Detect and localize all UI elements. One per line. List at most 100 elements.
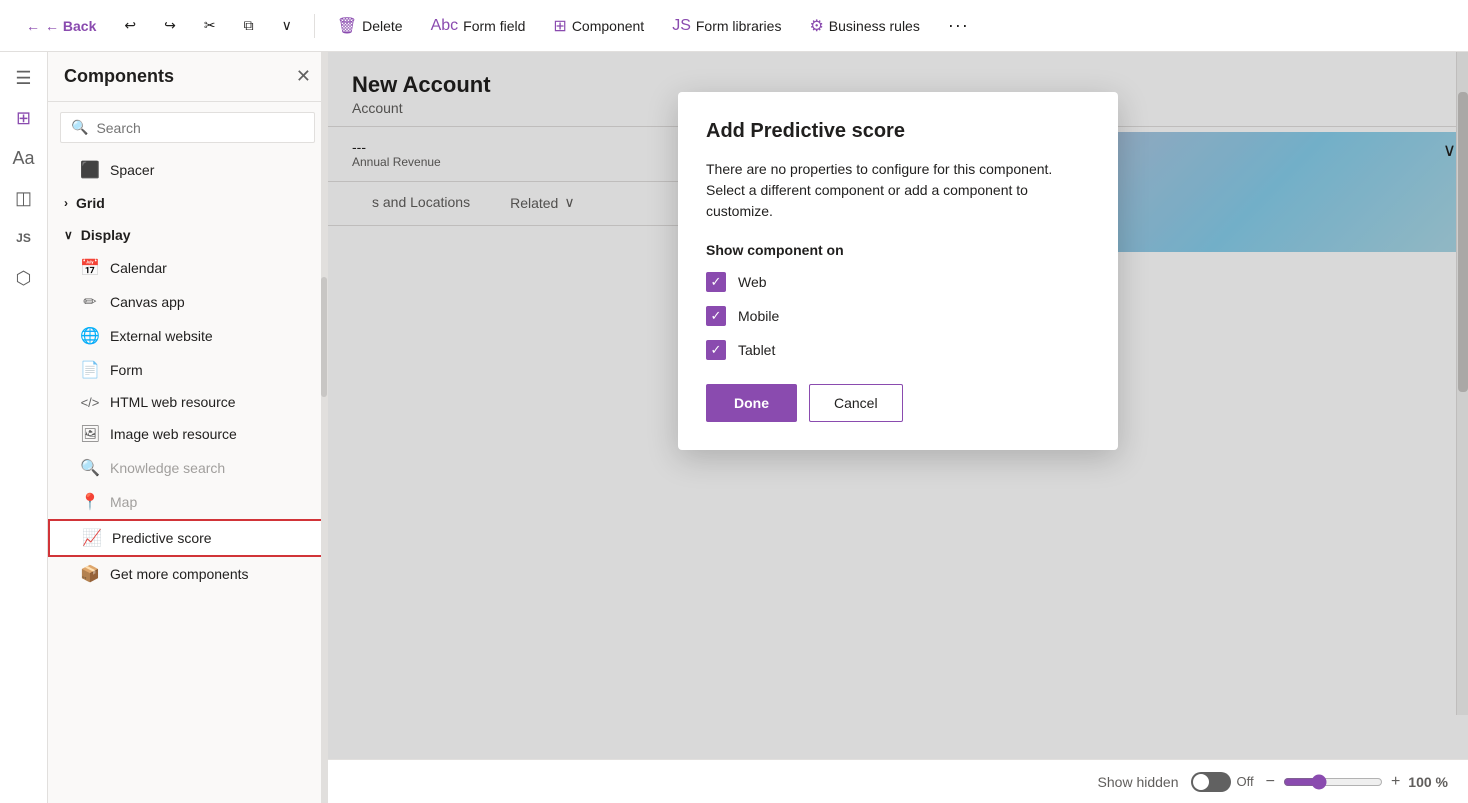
sidebar-item-calendar[interactable]: 📅 Calendar xyxy=(48,251,327,285)
separator xyxy=(314,14,315,38)
htmlwebresource-label: HTML web resource xyxy=(110,394,236,410)
checkmark-icon: ✓ xyxy=(711,274,722,290)
sidebar-item-knowledgesearch[interactable]: 🔍 Knowledge search xyxy=(48,451,327,485)
rail-js-icon[interactable]: JS xyxy=(6,220,42,256)
more-button[interactable]: ··· xyxy=(938,10,979,41)
display-label: Display xyxy=(81,227,131,243)
redo-button[interactable]: ↪ xyxy=(154,12,186,39)
rail-layers-icon[interactable]: ◫ xyxy=(6,180,42,216)
rail-grid-icon[interactable]: ⊞ xyxy=(6,100,42,136)
back-button[interactable]: ← ← Back xyxy=(16,13,106,39)
toolbar: ← ← Back ↩ ↪ ✂ ⧉ ∨ 🗑 Delete Abc Form fie… xyxy=(0,0,1468,52)
sidebar-scroll-thumb xyxy=(321,277,327,397)
sidebar-item-externalwebsite[interactable]: 🌐 External website xyxy=(48,319,327,353)
done-button[interactable]: Done xyxy=(706,384,797,422)
modal: Add Predictive score There are no proper… xyxy=(678,92,1118,450)
formlibraries-label: Form libraries xyxy=(696,18,782,34)
checkmark-icon: ✓ xyxy=(711,342,722,358)
image-icon: 🖼 xyxy=(80,424,100,444)
rail-text-icon[interactable]: Aa xyxy=(6,140,42,176)
sidebar-group-display[interactable]: ∨ Display xyxy=(48,219,327,251)
delete-icon: 🗑 xyxy=(337,16,357,36)
sidebar-content: ⬛ Spacer › Grid ∨ Display 📅 Calendar ✏ C… xyxy=(48,153,327,803)
zoom-slider[interactable] xyxy=(1283,774,1383,790)
sidebar-item-form[interactable]: 📄 Form xyxy=(48,353,327,387)
sidebar-header: Components ✕ xyxy=(48,52,327,102)
search-container: 🔍 xyxy=(60,112,315,143)
checkbox-tablet[interactable]: ✓ xyxy=(706,340,726,360)
form-label: Form xyxy=(110,362,143,378)
cut-icon: ✂ xyxy=(204,17,216,34)
content-area: New Account Account --- Annual Revenue -… xyxy=(328,52,1468,803)
modal-section-title: Show component on xyxy=(706,242,1090,258)
toggle-label: Off xyxy=(1237,774,1254,789)
dropdown-button[interactable]: ∨ xyxy=(272,12,302,39)
delete-label: Delete xyxy=(362,18,402,34)
canvasapp-icon: ✏ xyxy=(80,292,100,312)
toggle-track[interactable] xyxy=(1191,772,1231,792)
sidebar-item-imagewebresource[interactable]: 🖼 Image web resource xyxy=(48,417,327,451)
cancel-button[interactable]: Cancel xyxy=(809,384,903,422)
predictivescore-label: Predictive score xyxy=(112,530,212,546)
chevron-down-icon: ∨ xyxy=(282,17,292,34)
formfield-label: Form field xyxy=(463,18,525,34)
rail-node-icon[interactable]: ⬡ xyxy=(6,260,42,296)
formlibraries-button[interactable]: JS Form libraries xyxy=(662,12,791,40)
toggle-switch[interactable]: Off xyxy=(1191,772,1254,792)
sidebar-item-label: Spacer xyxy=(110,162,154,178)
undo-icon: ↩ xyxy=(124,17,136,34)
undo-button[interactable]: ↩ xyxy=(114,12,146,39)
sidebar-item-map[interactable]: 📍 Map xyxy=(48,485,327,519)
delete-button[interactable]: 🗑 Delete xyxy=(327,11,413,41)
checkmark-icon: ✓ xyxy=(711,308,722,324)
more-label: ··· xyxy=(948,15,969,36)
bottom-bar: Show hidden Off − + 100 % xyxy=(328,759,1468,803)
back-label: ← Back xyxy=(45,18,96,34)
modal-overlay: Add Predictive score There are no proper… xyxy=(328,52,1468,759)
grid-label: Grid xyxy=(76,195,105,211)
calendar-label: Calendar xyxy=(110,260,167,276)
businessrules-button[interactable]: ⚙ Business rules xyxy=(799,11,929,41)
canvasapp-label: Canvas app xyxy=(110,294,185,310)
component-icon: ⊞ xyxy=(553,16,566,36)
externalwebsite-label: External website xyxy=(110,328,213,344)
paste-button[interactable]: ⧉ xyxy=(234,12,264,39)
checkbox-mobile-label: Mobile xyxy=(738,308,779,324)
sidebar-item-getmore[interactable]: 📦 Get more components xyxy=(48,557,327,591)
spacer-icon: ⬛ xyxy=(80,160,100,180)
formfield-button[interactable]: Abc Form field xyxy=(421,12,536,40)
zoom-in-button[interactable]: + xyxy=(1391,773,1400,791)
back-icon: ← xyxy=(26,18,40,34)
modal-buttons: Done Cancel xyxy=(706,384,1090,422)
sidebar-group-grid[interactable]: › Grid xyxy=(48,187,327,219)
chevron-right-icon: › xyxy=(64,196,68,210)
globe-icon: 🌐 xyxy=(80,326,100,346)
checkbox-web[interactable]: ✓ xyxy=(706,272,726,292)
left-rail: ☰ ⊞ Aa ◫ JS ⬡ xyxy=(0,52,48,803)
redo-icon: ↪ xyxy=(164,17,176,34)
rail-menu-icon[interactable]: ☰ xyxy=(6,60,42,96)
knowledgesearch-label: Knowledge search xyxy=(110,460,225,476)
search-icon: 🔍 xyxy=(71,119,88,136)
checkbox-mobile[interactable]: ✓ xyxy=(706,306,726,326)
sidebar-item-htmlwebresource[interactable]: </> HTML web resource xyxy=(48,387,327,417)
paste-icon: ⧉ xyxy=(244,17,254,34)
zoom-controls: − + 100 % xyxy=(1266,773,1448,791)
checkbox-web-label: Web xyxy=(738,274,767,290)
calendar-icon: 📅 xyxy=(80,258,100,278)
cut-button[interactable]: ✂ xyxy=(194,12,226,39)
html-icon: </> xyxy=(80,395,100,410)
getmore-icon: 📦 xyxy=(80,564,100,584)
formfield-icon: Abc xyxy=(431,17,459,35)
zoom-out-button[interactable]: − xyxy=(1266,773,1275,791)
checkbox-tablet-label: Tablet xyxy=(738,342,775,358)
sidebar-item-predictivescore[interactable]: 📈 Predictive score xyxy=(48,519,327,557)
search-input[interactable] xyxy=(96,120,304,136)
sidebar-close-button[interactable]: ✕ xyxy=(296,66,311,87)
checkbox-row-mobile: ✓ Mobile xyxy=(706,306,1090,326)
component-button[interactable]: ⊞ Component xyxy=(543,11,654,41)
sidebar-item-spacer[interactable]: ⬛ Spacer xyxy=(48,153,327,187)
checkbox-row-web: ✓ Web xyxy=(706,272,1090,292)
sidebar-item-canvasapp[interactable]: ✏ Canvas app xyxy=(48,285,327,319)
imagewebresource-label: Image web resource xyxy=(110,426,237,442)
